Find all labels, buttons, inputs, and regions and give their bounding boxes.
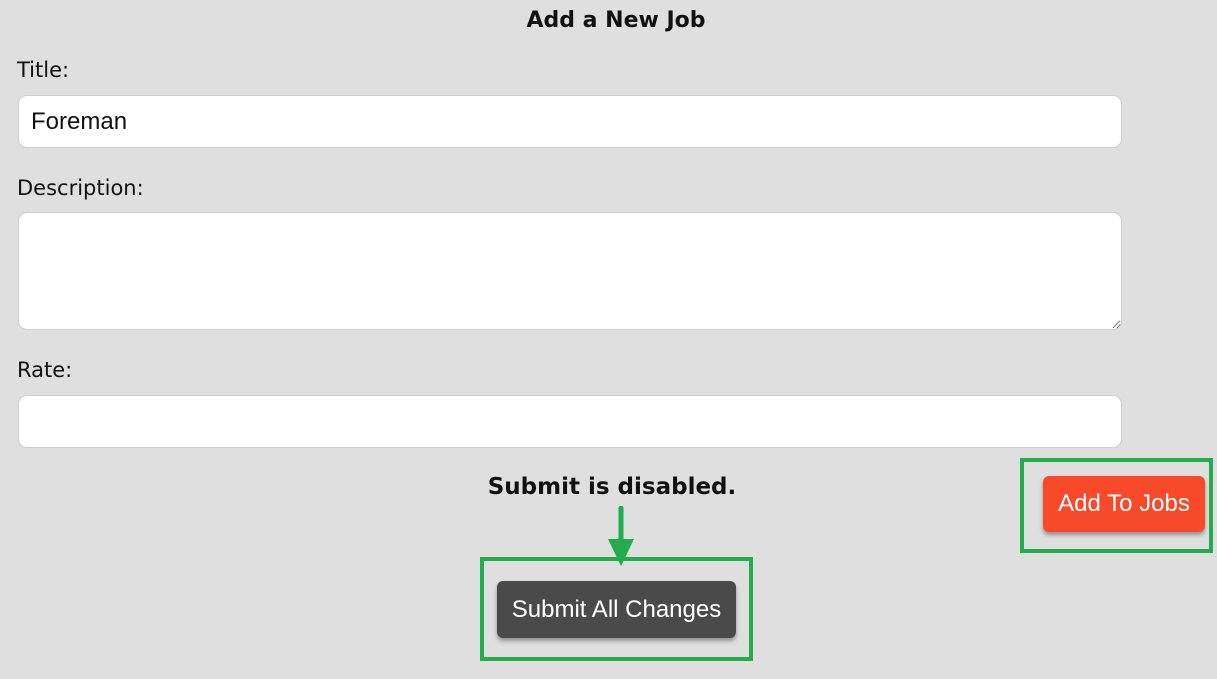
annotation-text: Submit is disabled. (487, 474, 737, 500)
description-label: Description: (17, 176, 144, 200)
form-title: Add a New Job (526, 8, 706, 33)
title-label: Title: (17, 58, 70, 82)
add-to-jobs-button[interactable]: Add To Jobs (1043, 476, 1205, 532)
title-input[interactable] (18, 95, 1122, 148)
rate-label: Rate: (17, 358, 73, 382)
description-textarea[interactable] (18, 212, 1122, 330)
rate-input[interactable] (18, 395, 1122, 448)
submit-all-changes-button[interactable]: Submit All Changes (497, 581, 736, 638)
